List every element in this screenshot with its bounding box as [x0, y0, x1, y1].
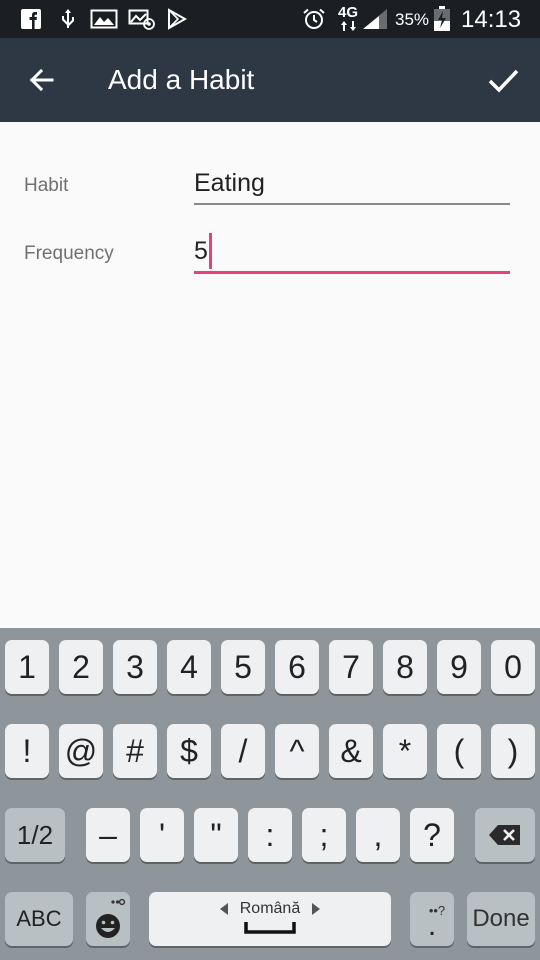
key-2[interactable]: 2 [59, 640, 103, 694]
image-icon [90, 9, 118, 29]
key-question[interactable]: ? [410, 808, 454, 862]
text-cursor [209, 233, 212, 269]
battery-charging-icon [434, 6, 450, 31]
status-bar: 4G 35% 14:13 [0, 0, 540, 38]
emoji-key[interactable] [86, 892, 130, 946]
language-left-arrow-icon [219, 903, 228, 915]
key-hash[interactable]: # [113, 724, 157, 778]
key-7[interactable]: 7 [329, 640, 373, 694]
key-apostrophe[interactable]: ' [140, 808, 184, 862]
page-title: Add a Habit [108, 64, 255, 95]
habit-input-underline [194, 203, 510, 205]
emoji-icon [96, 898, 126, 938]
key-4[interactable]: 4 [167, 640, 211, 694]
keyboard: 1 2 3 4 5 6 7 8 9 0 ! @ # $ / ^ & * ( ) … [0, 628, 540, 960]
key-1[interactable]: 1 [5, 640, 49, 694]
key-asterisk[interactable]: * [383, 724, 427, 778]
app-bar: Add a Habit [0, 38, 540, 122]
usb-icon [62, 9, 74, 28]
data-arrows-icon [341, 21, 356, 31]
back-arrow-icon[interactable] [22, 60, 62, 100]
facebook-icon [21, 9, 41, 29]
punctuation-hint: ••? [428, 902, 446, 918]
key-at[interactable]: @ [59, 724, 103, 778]
alarm-icon [303, 8, 325, 29]
done-key[interactable]: Done [467, 892, 535, 946]
save-check-icon[interactable] [482, 60, 524, 100]
signal-icon [363, 9, 387, 29]
key-6[interactable]: 6 [275, 640, 319, 694]
space-key[interactable]: Română [149, 892, 391, 946]
language-right-arrow-icon [312, 903, 321, 915]
key-5[interactable]: 5 [221, 640, 265, 694]
key-quote[interactable]: " [194, 808, 238, 862]
punctuation-main: . [427, 908, 437, 942]
space-language-row: Română [219, 900, 321, 918]
key-comma[interactable]: , [356, 808, 400, 862]
key-colon[interactable]: : [248, 808, 292, 862]
key-ampersand[interactable]: & [329, 724, 373, 778]
key-close-paren[interactable]: ) [491, 724, 535, 778]
network-type: 4G [338, 4, 359, 21]
key-0[interactable]: 0 [491, 640, 535, 694]
frequency-label: Frequency [24, 243, 114, 264]
punctuation-key[interactable]: ••? . [410, 892, 454, 946]
habit-input[interactable]: Eating [194, 169, 265, 198]
screen: 4G 35% 14:13 Add a Habit Habit Eating Fr… [0, 0, 540, 960]
key-exclamation[interactable]: ! [5, 724, 49, 778]
key-semicolon[interactable]: ; [302, 808, 346, 862]
frequency-input-underline [194, 271, 510, 274]
space-language-label: Română [239, 900, 301, 917]
abc-key[interactable]: ABC [5, 892, 73, 946]
symbol-page-toggle-key[interactable]: 1/2 [5, 808, 65, 862]
clock: 14:13 [461, 6, 522, 33]
key-dollar[interactable]: $ [167, 724, 211, 778]
space-bar-icon [244, 922, 296, 934]
play-store-icon [168, 8, 188, 30]
key-open-paren[interactable]: ( [437, 724, 481, 778]
habit-label: Habit [24, 175, 69, 196]
key-caret[interactable]: ^ [275, 724, 319, 778]
battery-percent: 35% [395, 10, 430, 29]
backspace-key[interactable] [475, 808, 535, 862]
backspace-icon [489, 825, 520, 845]
frequency-input[interactable]: 5 [194, 237, 208, 266]
key-3[interactable]: 3 [113, 640, 157, 694]
key-8[interactable]: 8 [383, 640, 427, 694]
image-email-icon [128, 9, 155, 30]
key-slash[interactable]: / [221, 724, 265, 778]
key-9[interactable]: 9 [437, 640, 481, 694]
key-dash[interactable]: – [86, 808, 130, 862]
